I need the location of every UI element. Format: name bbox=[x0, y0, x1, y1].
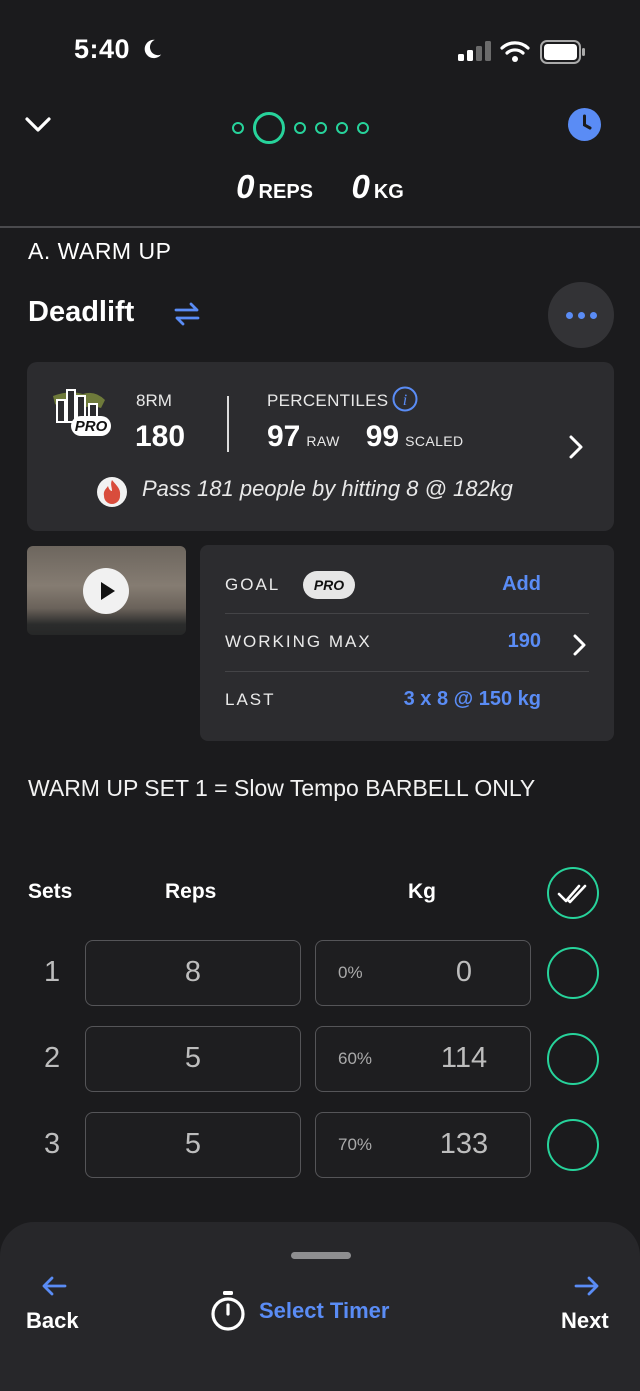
fire-icon bbox=[97, 477, 127, 507]
complete-set-button[interactable] bbox=[547, 947, 599, 999]
set-number: 3 bbox=[44, 1128, 61, 1160]
progress-dot[interactable] bbox=[315, 122, 327, 134]
reps-input[interactable]: 5 bbox=[85, 1026, 301, 1092]
bottom-action-sheet: Back Select Timer Next bbox=[0, 1222, 640, 1391]
weight-percent: 0% bbox=[338, 963, 363, 982]
clock-button[interactable] bbox=[568, 108, 601, 141]
info-icon[interactable]: i bbox=[392, 386, 418, 412]
weight-unit: KG bbox=[373, 181, 404, 203]
complete-set-button[interactable] bbox=[547, 1119, 599, 1171]
last-value[interactable]: 3 x 8 @ 150 kg bbox=[360, 688, 541, 711]
weight-input[interactable]: 0% 0 bbox=[315, 940, 531, 1006]
pro-badge: PRO bbox=[303, 571, 355, 599]
reps-value: 5 bbox=[184, 1128, 202, 1160]
video-thumbnail[interactable] bbox=[27, 546, 186, 635]
weight-value: 133 bbox=[439, 1128, 489, 1160]
set-number: 2 bbox=[44, 1042, 61, 1074]
wifi-icon bbox=[500, 41, 530, 62]
weight-input[interactable]: 60% 114 bbox=[315, 1026, 531, 1092]
play-button[interactable] bbox=[83, 568, 129, 614]
check-all-icon bbox=[557, 884, 587, 904]
exercise-progress[interactable] bbox=[232, 112, 369, 144]
add-goal-button[interactable]: Add bbox=[440, 573, 541, 596]
next-button[interactable]: Next bbox=[561, 1308, 609, 1334]
divider bbox=[225, 613, 589, 614]
exercise-notes: WARM UP SET 1 = Slow Tempo BARBELL ONLY bbox=[28, 775, 536, 801]
section-label: A. WARM UP bbox=[28, 238, 172, 264]
select-timer-button[interactable]: Select Timer bbox=[259, 1298, 389, 1324]
rm-value: 180 bbox=[135, 420, 186, 453]
reps-value: 5 bbox=[184, 1042, 202, 1074]
more-options-button[interactable] bbox=[548, 282, 614, 348]
reps-unit: REPS bbox=[258, 181, 313, 203]
drag-handle[interactable] bbox=[291, 1252, 351, 1259]
sets-header: Sets bbox=[28, 880, 73, 903]
play-icon bbox=[101, 582, 115, 600]
arrow-left-icon[interactable] bbox=[40, 1274, 68, 1298]
back-button[interactable]: Back bbox=[26, 1308, 79, 1334]
stats-card[interactable]: PRO 8RM 180 PERCENTILES i 97 RAW 99 SCALED … bbox=[27, 362, 614, 531]
battery-icon bbox=[540, 40, 585, 64]
weight-value: 0 bbox=[455, 956, 473, 988]
last-label: LAST bbox=[225, 690, 276, 709]
pass-message: Pass 181 people by hitting 8 @ 182kg bbox=[142, 476, 513, 501]
reps-header: Reps bbox=[165, 880, 217, 903]
exercise-title[interactable]: Deadlift bbox=[28, 296, 134, 329]
timer-icon[interactable] bbox=[209, 1290, 247, 1332]
total-weight: 0 bbox=[351, 168, 370, 205]
progress-dot-current[interactable] bbox=[253, 112, 285, 144]
complete-all-button[interactable] bbox=[547, 867, 599, 919]
percentiles-label: PERCENTILES bbox=[267, 391, 389, 410]
reps-value: 8 bbox=[184, 956, 202, 988]
weight-value: 114 bbox=[440, 1042, 488, 1074]
chevron-right-icon[interactable] bbox=[567, 434, 585, 460]
total-reps: 0 bbox=[236, 168, 255, 205]
kg-header: Kg bbox=[408, 880, 436, 903]
raw-label: RAW bbox=[306, 433, 340, 449]
progress-dot[interactable] bbox=[294, 122, 306, 134]
moon-icon bbox=[144, 39, 162, 59]
weight-percent: 60% bbox=[338, 1049, 373, 1068]
rm-label: 8RM bbox=[136, 391, 172, 410]
complete-set-button[interactable] bbox=[547, 1033, 599, 1085]
chevron-right-icon[interactable] bbox=[572, 633, 588, 657]
progress-dot[interactable] bbox=[336, 122, 348, 134]
signal-icon bbox=[458, 41, 491, 61]
reps-input[interactable]: 8 bbox=[85, 940, 301, 1006]
working-max-label: WORKING MAX bbox=[225, 632, 372, 651]
progress-dot[interactable] bbox=[357, 122, 369, 134]
goal-label: GOAL bbox=[225, 575, 281, 594]
scaled-label: SCALED bbox=[405, 433, 464, 449]
working-max-value[interactable]: 190 bbox=[440, 630, 541, 653]
swap-icon[interactable] bbox=[172, 301, 202, 327]
exercise-details-card: GOAL PRO Add WORKING MAX 190 LAST 3 x 8 … bbox=[200, 545, 614, 741]
divider bbox=[225, 671, 589, 672]
status-time: 5:40 bbox=[74, 34, 131, 64]
svg-text:i: i bbox=[403, 392, 407, 409]
weight-percent: 70% bbox=[338, 1135, 373, 1154]
set-number: 1 bbox=[44, 956, 61, 988]
header-divider bbox=[0, 226, 640, 228]
reps-input[interactable]: 5 bbox=[85, 1112, 301, 1178]
pro-stats-logo: PRO bbox=[53, 389, 111, 436]
weight-input[interactable]: 70% 133 bbox=[315, 1112, 531, 1178]
chevron-down-icon[interactable] bbox=[24, 114, 52, 136]
clock-icon bbox=[583, 114, 592, 130]
raw-value: 97 bbox=[267, 420, 301, 453]
pro-logo-text: PRO bbox=[75, 418, 108, 435]
arrow-right-icon[interactable] bbox=[573, 1274, 601, 1298]
stats-divider bbox=[227, 396, 229, 452]
more-icon bbox=[548, 282, 614, 348]
workout-totals: 0 REPS 0 KG bbox=[0, 168, 640, 206]
progress-dot[interactable] bbox=[232, 122, 244, 134]
scaled-value: 99 bbox=[365, 420, 400, 453]
percentile-values: 97 RAW 99 SCALED bbox=[267, 420, 490, 454]
